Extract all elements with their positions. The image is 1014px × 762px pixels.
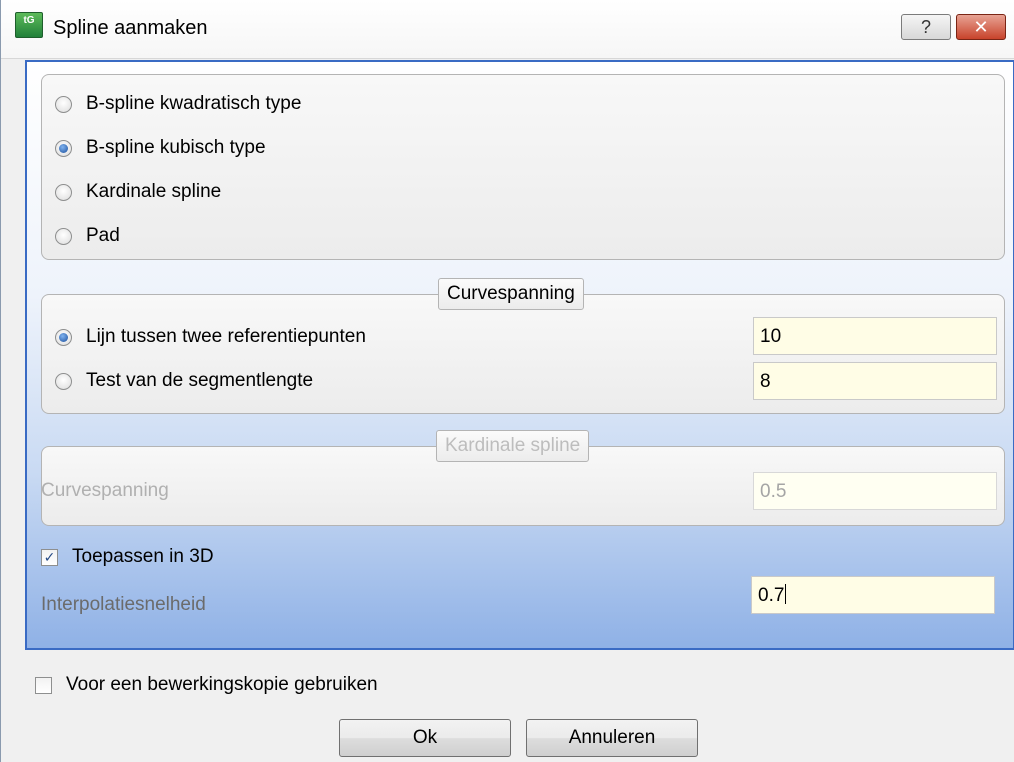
machining-copy-checkbox[interactable] bbox=[35, 676, 52, 694]
option-line-between-points[interactable]: Lijn tussen twee referentiepunten bbox=[55, 322, 366, 352]
line-between-points-input[interactable]: 10 bbox=[753, 317, 997, 355]
help-button[interactable]: ? bbox=[901, 14, 951, 40]
option-label: Lijn tussen twee referentiepunten bbox=[86, 326, 366, 347]
interpolation-speed-value: 0.7 bbox=[758, 585, 785, 606]
spline-dialog: tG Spline aanmaken ? ✕ B-spline kwadrati… bbox=[0, 0, 1014, 762]
radio-path[interactable] bbox=[55, 227, 72, 245]
title-bar[interactable]: tG Spline aanmaken ? ✕ bbox=[1, 0, 1014, 59]
radio-cardinal-spline[interactable] bbox=[55, 183, 72, 201]
option-label: Pad bbox=[86, 225, 120, 246]
cardinal-tension-label: Curvespanning bbox=[41, 480, 169, 501]
radio-segment-length[interactable] bbox=[55, 372, 72, 390]
apply-3d-label: Toepassen in 3D bbox=[72, 546, 214, 567]
option-label: B-spline kubisch type bbox=[86, 137, 266, 158]
apply-3d-option[interactable]: ✓ Toepassen in 3D bbox=[41, 542, 214, 572]
radio-bspline-quadratic[interactable] bbox=[55, 95, 72, 113]
radio-bspline-cubic[interactable] bbox=[55, 139, 72, 157]
text-caret bbox=[785, 584, 787, 604]
option-cardinal-spline[interactable]: Kardinale spline bbox=[55, 177, 221, 207]
machining-copy-option[interactable]: Voor een bewerkingskopie gebruiken bbox=[35, 670, 378, 700]
option-label: Kardinale spline bbox=[86, 181, 222, 202]
cardinal-spline-legend: Kardinale spline bbox=[436, 430, 590, 462]
option-label: Test van de segmentlengte bbox=[86, 370, 314, 391]
cancel-button[interactable]: Annuleren bbox=[526, 719, 698, 757]
machining-copy-label: Voor een bewerkingskopie gebruiken bbox=[66, 674, 378, 695]
radio-line-between-points[interactable] bbox=[55, 328, 72, 346]
ok-button[interactable]: Ok bbox=[339, 719, 511, 757]
interpolation-speed-input[interactable]: 0.7 bbox=[751, 576, 995, 614]
option-bspline-cubic[interactable]: B-spline kubisch type bbox=[55, 133, 266, 163]
app-icon: tG bbox=[15, 12, 43, 38]
interpolation-speed-label: Interpolatiesnelheid bbox=[41, 594, 206, 615]
cardinal-tension-input: 0.5 bbox=[753, 472, 997, 510]
apply-3d-checkbox[interactable]: ✓ bbox=[41, 548, 58, 566]
curve-tension-legend: Curvespanning bbox=[438, 278, 584, 310]
option-label: B-spline kwadratisch type bbox=[86, 93, 302, 114]
dialog-title: Spline aanmaken bbox=[53, 17, 208, 39]
option-segment-length[interactable]: Test van de segmentlengte bbox=[55, 366, 313, 396]
segment-length-input[interactable]: 8 bbox=[753, 362, 997, 400]
option-bspline-quadratic[interactable]: B-spline kwadratisch type bbox=[55, 89, 301, 119]
option-path[interactable]: Pad bbox=[55, 221, 120, 251]
close-button[interactable]: ✕ bbox=[956, 14, 1006, 40]
